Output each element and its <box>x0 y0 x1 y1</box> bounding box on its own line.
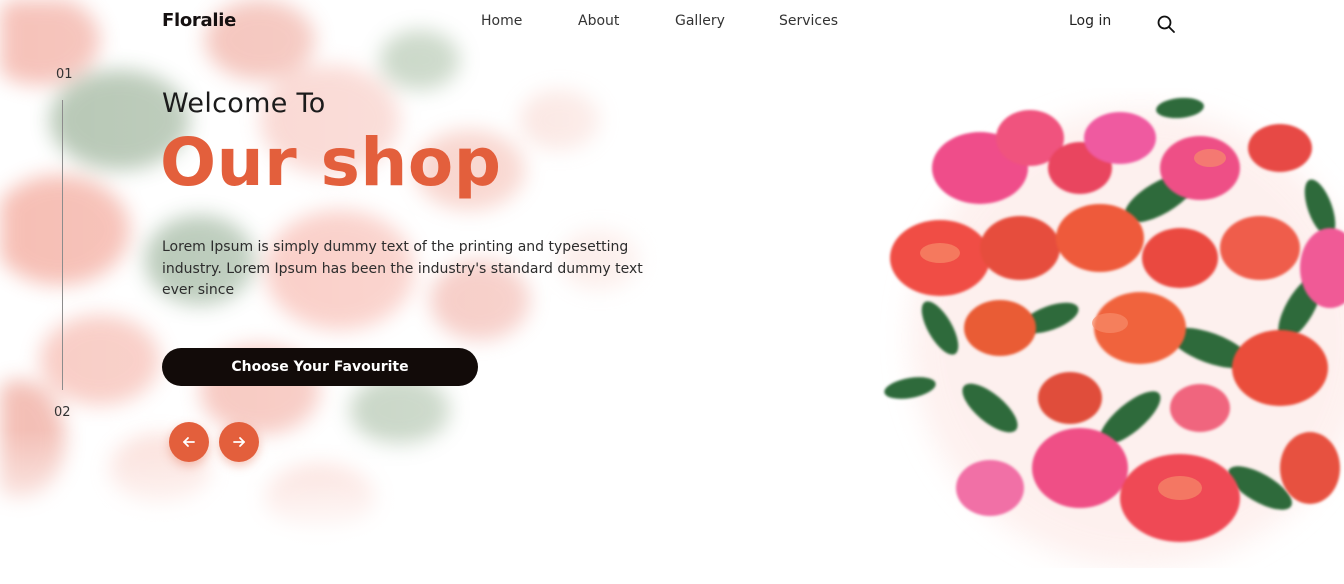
main-nav: Home About Gallery Services <box>0 13 1344 33</box>
prev-slide-button[interactable] <box>169 422 209 462</box>
background-bottom-fade <box>0 430 900 584</box>
slide-indicator-line <box>62 100 63 390</box>
hero-welcome-text: Welcome To <box>162 88 326 119</box>
arrow-left-icon <box>183 437 195 447</box>
search-icon <box>1157 15 1175 33</box>
next-slide-button[interactable] <box>219 422 259 462</box>
nav-link-gallery[interactable]: Gallery <box>675 13 725 29</box>
bougainvillea-image <box>884 97 1344 568</box>
nav-link-home[interactable]: Home <box>481 13 522 29</box>
slide-indicator-current: 01 <box>56 67 73 82</box>
choose-favourite-button[interactable]: Choose Your Favourite <box>162 348 478 386</box>
nav-link-services[interactable]: Services <box>779 13 838 29</box>
nav-link-about[interactable]: About <box>578 13 619 29</box>
arrow-right-icon <box>233 437 245 447</box>
search-button[interactable] <box>1156 14 1176 34</box>
hero-headline: Our shop <box>160 124 502 201</box>
slide-indicator-next: 02 <box>54 405 71 420</box>
hero-description: Lorem Ipsum is simply dummy text of the … <box>162 239 643 298</box>
login-link[interactable]: Log in <box>1069 13 1111 29</box>
